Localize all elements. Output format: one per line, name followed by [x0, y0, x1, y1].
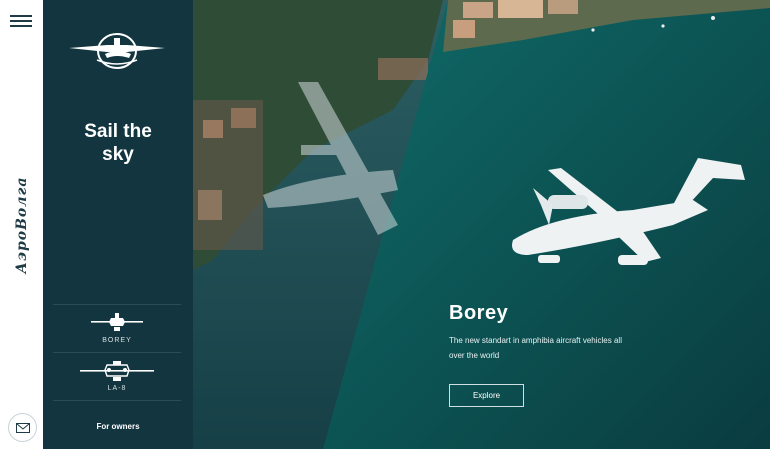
model-label: BOREY [102, 337, 132, 344]
hero-background-image [193, 0, 770, 449]
page-tagline: Sail the sky [43, 120, 193, 166]
brand-name: АэроВолга [13, 176, 30, 274]
hero-subtitle: The new standart in amphibia aircraft ve… [449, 336, 622, 360]
divider [53, 400, 181, 401]
model-item-borey[interactable]: BOREY [53, 305, 181, 351]
envelope-icon [15, 422, 30, 433]
menu-line [10, 15, 32, 17]
borey-plane-icon [91, 313, 143, 331]
side-panel: Sail the sky BOREY LA-8 For owners [43, 0, 193, 449]
hamburger-menu-icon[interactable] [10, 15, 32, 27]
menu-line [10, 25, 32, 27]
left-rail: АэроВолга [0, 0, 43, 449]
hero-title: Borey [449, 302, 509, 324]
model-label: LA-8 [107, 385, 127, 392]
explore-button[interactable]: Explore [449, 384, 524, 407]
tagline-line: Sail the [84, 121, 152, 142]
la8-plane-icon [80, 361, 154, 381]
airplane-emblem-icon[interactable] [67, 30, 167, 72]
contact-button[interactable] [8, 413, 37, 442]
menu-line [10, 20, 32, 22]
brand-logo[interactable]: АэроВолга [0, 150, 43, 300]
for-owners-link[interactable]: For owners [43, 422, 193, 431]
model-item-la8[interactable]: LA-8 [53, 353, 181, 399]
tagline-line: sky [102, 144, 134, 165]
hero-section: Borey The new standart in amphibia aircr… [193, 0, 770, 449]
